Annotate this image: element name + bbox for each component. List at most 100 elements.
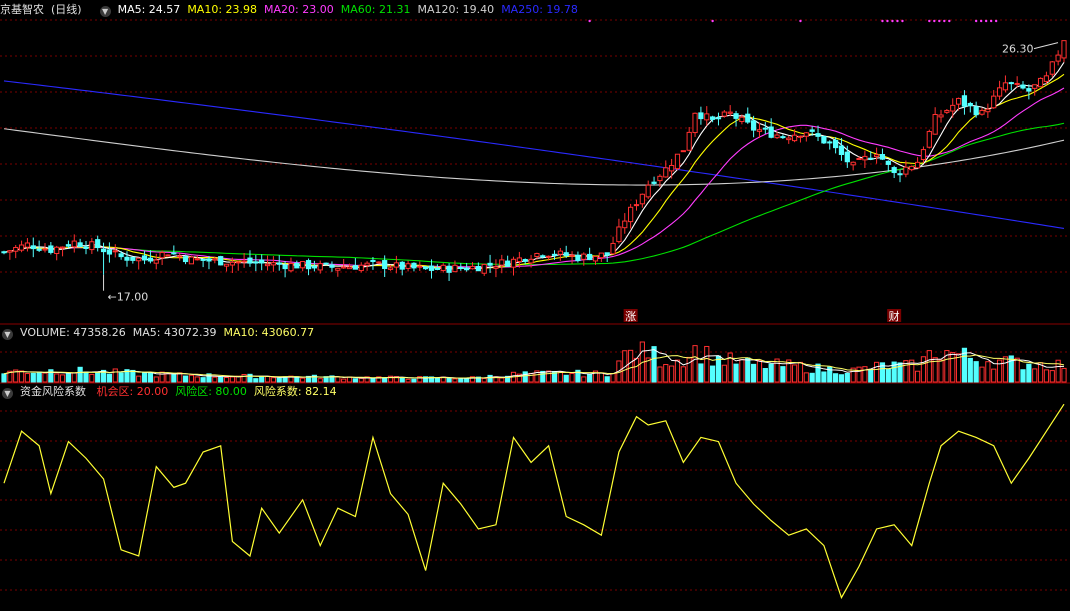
candle-body (563, 252, 569, 257)
volume-bar (815, 363, 821, 383)
volume-bar (762, 368, 768, 383)
volume-bar (756, 359, 763, 383)
candle-body (411, 262, 417, 269)
volume-bar (674, 359, 681, 383)
candle-body (534, 252, 540, 258)
volume-bar (1002, 356, 1009, 383)
candle-body (522, 259, 528, 262)
candle-body (118, 253, 124, 258)
volume-bar (112, 368, 118, 383)
candle-body (704, 113, 710, 121)
volume-bar (481, 377, 487, 383)
candle-body (212, 258, 218, 261)
candle-body (1037, 77, 1044, 88)
candle-body (136, 257, 142, 262)
ma250-line (3, 80, 1065, 230)
volume-bar (95, 371, 101, 383)
candle-body (505, 260, 511, 267)
volume-bar (341, 378, 347, 383)
candle-body (329, 264, 335, 268)
candle-body (973, 106, 979, 116)
volume-bar (780, 366, 786, 383)
volume-bar (276, 377, 282, 383)
candle-body (83, 246, 89, 249)
candle-body (932, 114, 938, 135)
candle-body (1026, 88, 1032, 92)
candle-body (42, 248, 48, 251)
volume-bar (241, 374, 247, 383)
candle-body (575, 254, 581, 262)
event-dot (799, 19, 802, 23)
collapse-icon[interactable]: ▼ (2, 388, 13, 399)
volume-bar (598, 372, 604, 383)
candle-body (171, 252, 177, 255)
volume-panel[interactable] (1, 341, 1067, 383)
volume-bar (838, 374, 845, 383)
volume-bar (335, 376, 341, 383)
price-panel[interactable]: 26.30 ←17.00 涨 财 (1, 19, 1067, 323)
candle-body (270, 262, 277, 266)
high-price-label: 26.30 (1002, 43, 1034, 56)
volume-bar (557, 371, 563, 383)
collapse-icon[interactable]: ▼ (2, 329, 13, 340)
candle-body (77, 242, 83, 247)
candle-body (663, 167, 669, 178)
candle-body (686, 131, 692, 151)
candle-body (692, 112, 698, 134)
event-dot (974, 19, 978, 23)
event-dot (984, 19, 988, 23)
candle-body (428, 265, 435, 271)
candle-body (475, 265, 481, 272)
candle-body (100, 248, 107, 253)
volume-bar (914, 370, 921, 383)
volume-bar (657, 366, 663, 383)
candle-body (311, 265, 317, 269)
volume-bar (83, 371, 89, 383)
candle-body (141, 255, 148, 261)
volume-bar (188, 374, 195, 383)
volume-bar (663, 364, 669, 383)
candle-body (651, 181, 657, 184)
volume-bar (1, 373, 7, 383)
risk-panel[interactable] (3, 403, 1065, 600)
volume-bar (30, 372, 36, 383)
volume-bar (54, 373, 60, 383)
candle-body (791, 134, 798, 142)
candle-body (165, 254, 171, 257)
candle-body (464, 267, 470, 271)
volume-bar (604, 376, 610, 383)
candle-body (680, 150, 686, 153)
volume-bar (651, 346, 657, 383)
candle-body (803, 132, 809, 137)
collapse-icon[interactable]: ▼ (99, 6, 111, 17)
candle-body (862, 155, 868, 161)
candle-body (856, 158, 862, 161)
volume-bar (36, 371, 42, 383)
candle-body (182, 256, 189, 263)
candle-body (440, 264, 446, 271)
volume-bar (264, 375, 271, 383)
volume-bar (141, 371, 148, 383)
candle-body (745, 113, 751, 123)
ma120-line (3, 128, 1065, 186)
candle-body (235, 261, 241, 264)
volume-bar (1026, 363, 1032, 383)
candle-body (581, 253, 587, 260)
stock-chart-canvas[interactable]: 26.30 ←17.00 涨 财 (0, 0, 1070, 611)
volume-bar (136, 375, 142, 383)
volume-bar (610, 373, 616, 383)
candle-body (434, 267, 440, 270)
candle-body (194, 258, 200, 261)
event-dot (938, 19, 941, 23)
signal-marker: 涨 (625, 310, 636, 323)
event-dot (901, 19, 904, 23)
candle-body (59, 246, 66, 249)
candle-body (950, 104, 956, 112)
candle-body (130, 256, 136, 261)
candle-body (200, 258, 206, 261)
volume-bar (873, 361, 880, 383)
volume-bar (346, 376, 353, 383)
candle-body (48, 245, 54, 253)
candle-body (592, 255, 599, 262)
volume-bar (1032, 368, 1038, 383)
